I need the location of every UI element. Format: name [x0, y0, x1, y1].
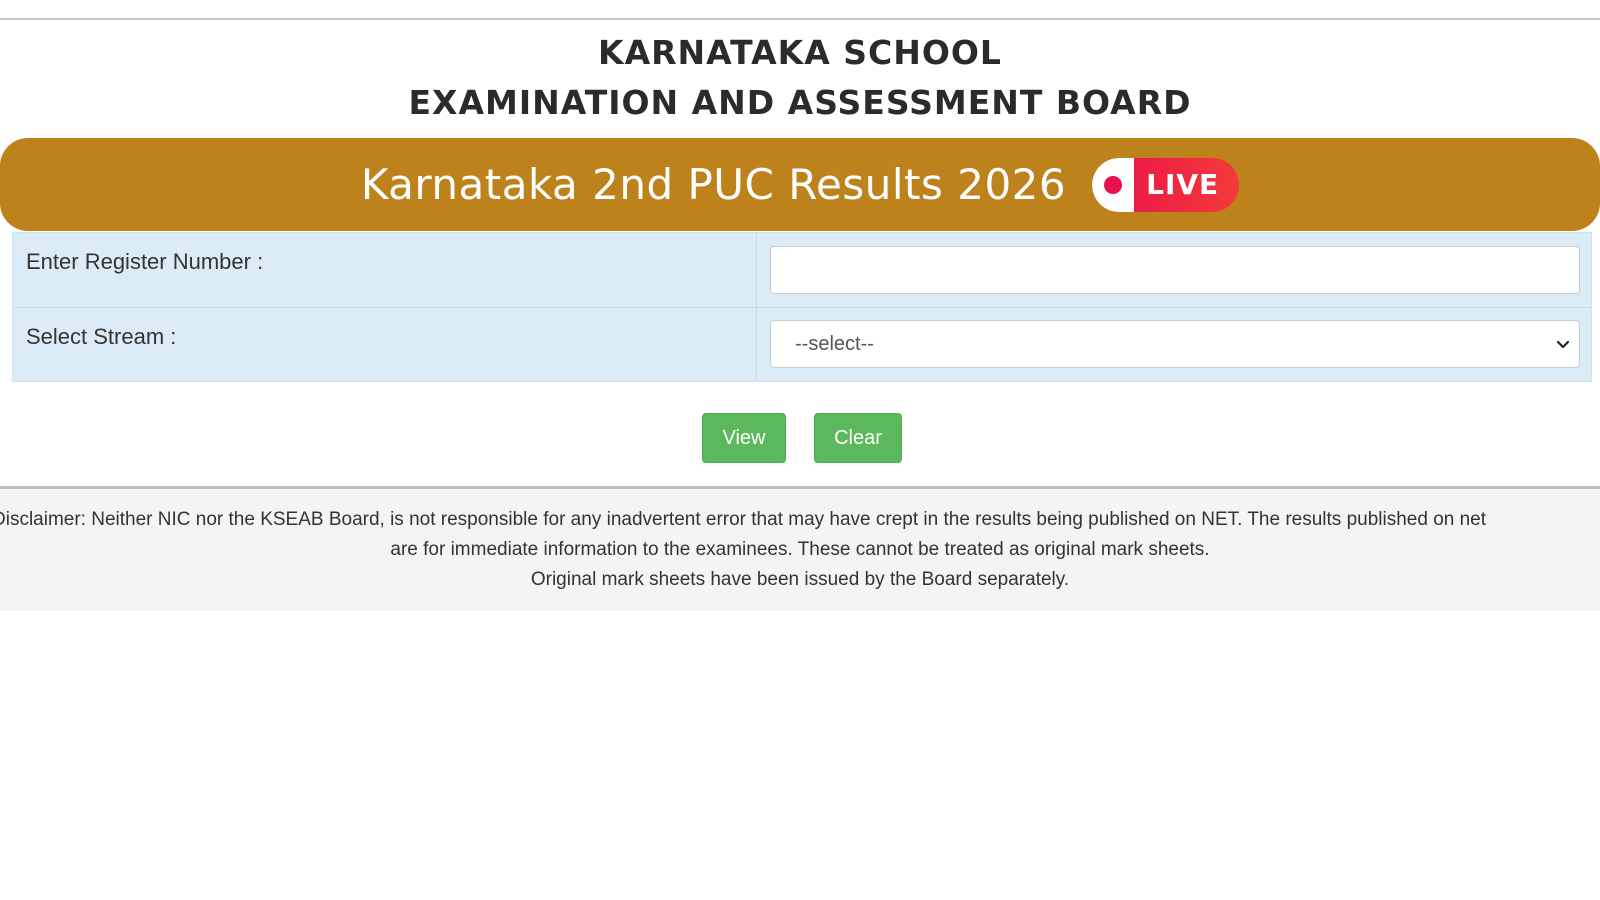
live-label: LIVE — [1146, 168, 1220, 201]
chevron-down-icon — [1556, 340, 1570, 349]
board-title-line2: EXAMINATION AND ASSESSMENT BOARD — [408, 83, 1192, 122]
board-title-line1: KARNATAKA SCHOOL — [598, 33, 1002, 72]
result-form: Enter Register Number : Select Stream : … — [12, 232, 1592, 382]
page: KARNATAKA SCHOOL EXAMINATION AND ASSESSM… — [0, 0, 1600, 900]
stream-row: Select Stream : --select-- — [13, 308, 1591, 382]
results-banner: Karnataka 2nd PUC Results 2026 LIVE — [0, 138, 1600, 231]
live-dot-icon — [1092, 157, 1135, 212]
disclaimer-panel: Disclaimer: Neither NIC nor the KSEAB Bo… — [0, 489, 1600, 611]
stream-select[interactable]: --select-- — [770, 320, 1580, 368]
top-divider — [0, 18, 1600, 20]
register-number-label: Enter Register Number : — [26, 249, 264, 274]
register-number-row: Enter Register Number : — [13, 233, 1591, 308]
board-title: KARNATAKA SCHOOL EXAMINATION AND ASSESSM… — [0, 28, 1600, 128]
disclaimer-line-2: are for immediate information to the exa… — [390, 539, 1210, 560]
banner-title: Karnataka 2nd PUC Results 2026 — [360, 160, 1067, 209]
live-badge: LIVE — [1092, 157, 1240, 212]
stream-label: Select Stream : — [26, 324, 177, 349]
view-button[interactable]: View — [702, 413, 786, 463]
disclaimer-line-1: Disclaimer: Neither NIC nor the KSEAB Bo… — [0, 509, 1487, 530]
stream-select-value: --select-- — [795, 333, 874, 355]
register-number-input[interactable] — [770, 246, 1580, 294]
clear-button[interactable]: Clear — [814, 413, 902, 463]
disclaimer-line-3: Original mark sheets have been issued by… — [530, 569, 1070, 590]
